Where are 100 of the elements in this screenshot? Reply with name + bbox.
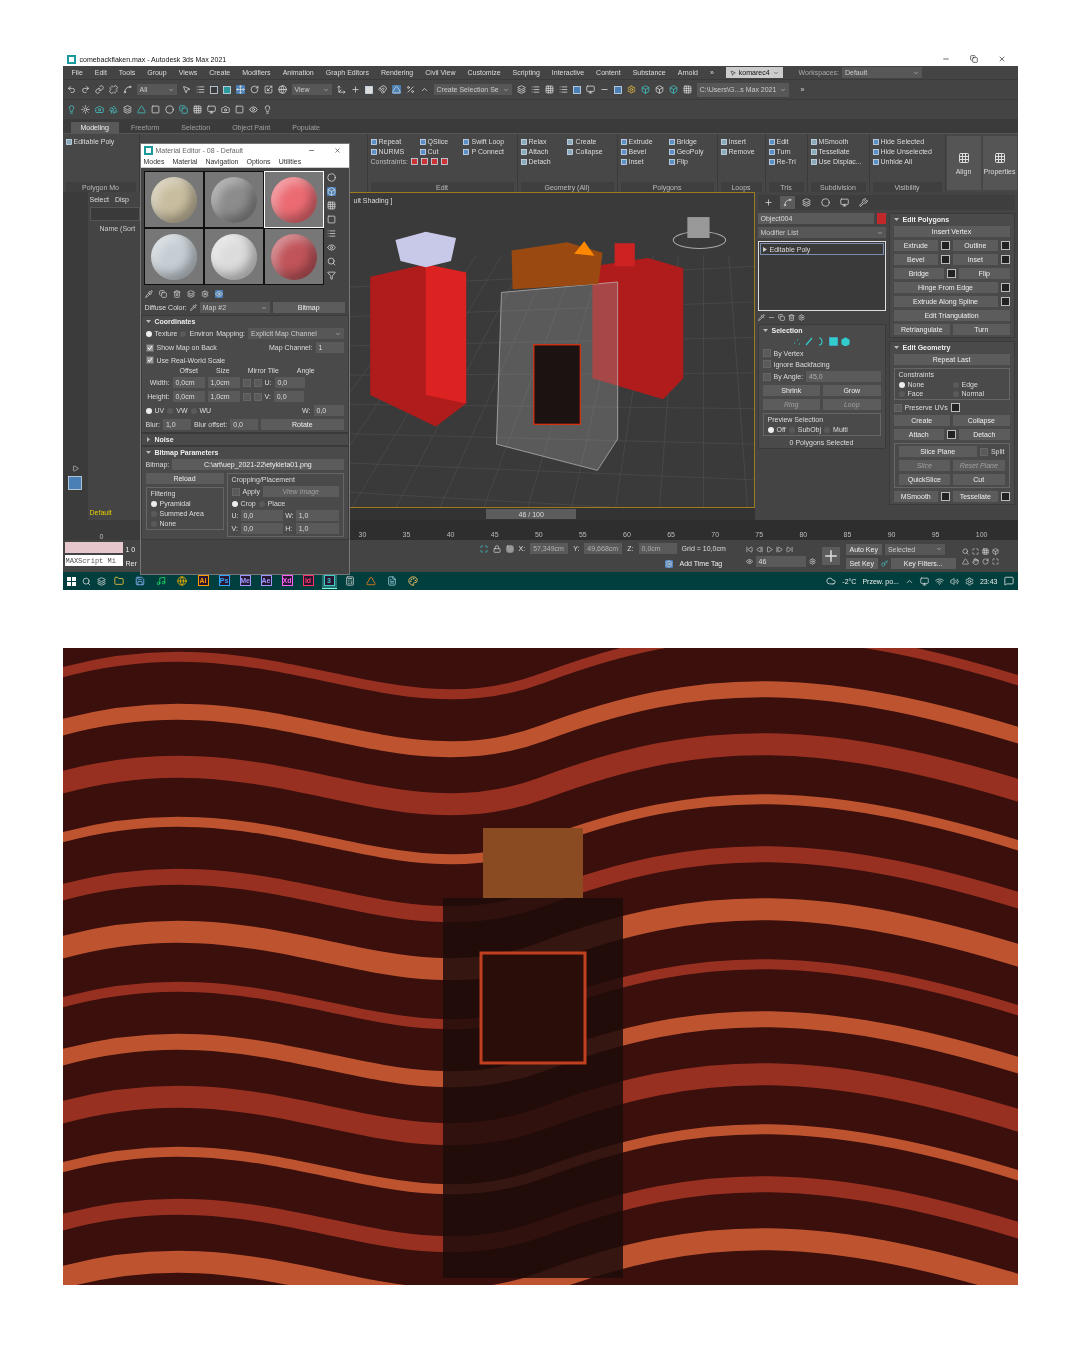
globe-icon[interactable]: [277, 85, 287, 94]
pointer-icon[interactable]: [181, 85, 191, 94]
square-icon[interactable]: [364, 85, 373, 94]
cloud-icon[interactable]: [826, 576, 837, 586]
windows-start-icon[interactable]: [66, 576, 76, 586]
settings-button[interactable]: [1000, 492, 1010, 501]
notification-icon[interactable]: [1003, 576, 1014, 586]
globe-icon[interactable]: [174, 573, 190, 589]
settings-button[interactable]: [941, 492, 950, 501]
monitor-icon[interactable]: [919, 576, 929, 586]
list-icon[interactable]: [558, 85, 568, 94]
square-icon[interactable]: [410, 158, 418, 165]
square-icon[interactable]: [326, 215, 336, 224]
camera-icon[interactable]: [220, 105, 230, 114]
line-icon[interactable]: [767, 314, 775, 321]
copy-icon[interactable]: [178, 105, 188, 114]
settings-button[interactable]: [1000, 297, 1010, 306]
search-icon[interactable]: [961, 547, 969, 555]
square-icon[interactable]: [209, 85, 218, 94]
layers-icon[interactable]: [516, 85, 526, 94]
speaker-icon[interactable]: [949, 576, 959, 586]
sphere-icon[interactable]: [326, 173, 336, 182]
scale-icon[interactable]: [263, 85, 273, 94]
expand-arrow-icon[interactable]: [762, 246, 767, 252]
undo-icon[interactable]: [66, 85, 76, 94]
curve-icon[interactable]: [779, 196, 795, 209]
square-icon[interactable]: [234, 105, 244, 114]
material-slot[interactable]: [264, 229, 323, 284]
layers-icon[interactable]: [186, 290, 195, 298]
skip-forward-icon[interactable]: [785, 545, 793, 553]
magnet-icon[interactable]: [377, 85, 387, 94]
mirror-checkbox[interactable]: [242, 378, 251, 387]
material-slot[interactable]: [144, 229, 203, 284]
script-listener-field[interactable]: [64, 542, 123, 553]
wifi-icon[interactable]: [934, 576, 944, 586]
step-forward-icon[interactable]: [775, 545, 783, 553]
square-icon[interactable]: [572, 85, 581, 94]
filter-icon[interactable]: [326, 271, 336, 280]
square-icon[interactable]: [613, 85, 622, 94]
unlink-icon[interactable]: [108, 85, 118, 94]
move-icon[interactable]: [235, 85, 245, 94]
box-icon[interactable]: [654, 85, 664, 94]
element-level-icon[interactable]: [841, 337, 850, 346]
camera-icon[interactable]: [94, 105, 104, 114]
redo-icon[interactable]: [80, 85, 90, 94]
settings-button[interactable]: [1000, 241, 1010, 250]
mirror-checkbox[interactable]: [242, 392, 251, 401]
curve-icon[interactable]: [122, 85, 132, 94]
border-level-icon[interactable]: [817, 337, 826, 346]
monitor-icon[interactable]: [585, 85, 595, 94]
square-icon[interactable]: [150, 105, 160, 114]
search-icon[interactable]: [81, 576, 91, 586]
settings-button[interactable]: [941, 241, 950, 250]
search-icon[interactable]: [326, 257, 336, 266]
eye-icon[interactable]: [326, 243, 336, 252]
square-icon[interactable]: [440, 158, 448, 165]
list-icon[interactable]: [326, 229, 336, 238]
settings-button[interactable]: [947, 430, 956, 439]
settings-button[interactable]: [950, 403, 960, 412]
eye-icon[interactable]: [248, 105, 258, 114]
object-color-swatch[interactable]: [876, 213, 886, 224]
trash-icon[interactable]: [172, 290, 181, 298]
pipette-icon[interactable]: [144, 290, 153, 298]
list-icon[interactable]: [530, 85, 540, 94]
settings-button[interactable]: [947, 269, 956, 278]
box-icon[interactable]: [640, 85, 650, 94]
box-icon[interactable]: [668, 85, 678, 94]
settings-button[interactable]: [1000, 283, 1010, 292]
copy-icon[interactable]: [777, 314, 785, 321]
square-icon[interactable]: [420, 158, 428, 165]
list-icon[interactable]: [195, 85, 205, 94]
explorer-search-field[interactable]: [89, 207, 140, 221]
orbit-icon[interactable]: [981, 557, 989, 565]
palette-icon[interactable]: [405, 573, 421, 589]
square-icon[interactable]: [222, 85, 231, 94]
axis-icon[interactable]: [336, 85, 346, 94]
step-back-icon[interactable]: [755, 545, 763, 553]
tile-checkbox[interactable]: [253, 378, 262, 387]
eye-icon[interactable]: [214, 290, 223, 298]
plus-icon[interactable]: [350, 85, 360, 94]
material-slot[interactable]: [204, 229, 263, 284]
copy-icon[interactable]: [158, 290, 167, 298]
lightbulb-icon[interactable]: [262, 105, 272, 114]
eye-icon[interactable]: [745, 557, 753, 565]
circle-icon[interactable]: [164, 105, 174, 114]
rotate-icon[interactable]: [249, 85, 259, 94]
skip-back-icon[interactable]: [745, 545, 753, 553]
percent-icon[interactable]: [405, 85, 415, 94]
play-icon[interactable]: [765, 545, 773, 553]
play-icon[interactable]: [71, 465, 79, 472]
material-slot[interactable]: [144, 172, 203, 227]
settings-button[interactable]: [1000, 255, 1010, 264]
triangle-icon[interactable]: [136, 105, 146, 114]
tile-checkbox[interactable]: [253, 392, 262, 401]
sun-icon[interactable]: [80, 105, 90, 114]
hand-icon[interactable]: [971, 557, 979, 565]
link-icon[interactable]: [94, 85, 104, 94]
lightbulb-icon[interactable]: [66, 105, 76, 114]
key-icon[interactable]: [881, 559, 888, 567]
key-plus-icon[interactable]: [821, 547, 840, 565]
